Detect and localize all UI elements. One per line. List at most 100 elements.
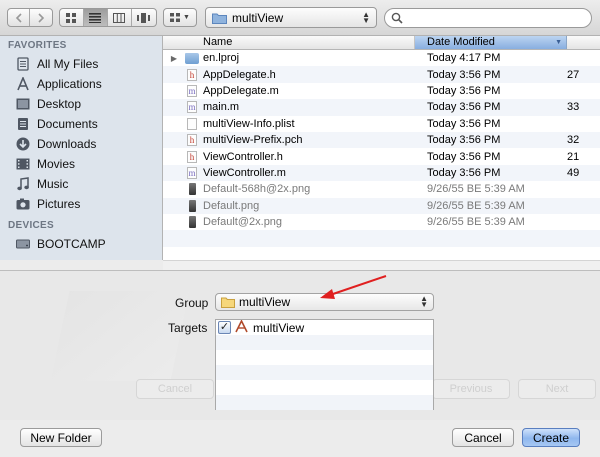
file-name: AppDelegate.m (203, 84, 279, 97)
search-field[interactable] (384, 8, 592, 28)
file-row[interactable]: m ViewController.m Today 3:56 PM 49 (163, 164, 600, 182)
documents-icon (16, 117, 30, 131)
location-popup[interactable]: multiView ▲ ▼ (205, 7, 377, 28)
folder-icon-glyph (185, 52, 199, 64)
sidebar-item-label: Music (37, 177, 69, 191)
target-row-empty (216, 380, 433, 395)
ghost-previous-button: Previous (432, 379, 510, 399)
file-row[interactable]: Default.png 9/26/55 BE 5:39 AM (163, 197, 600, 214)
file-date-modified: 9/26/55 BE 5:39 AM (427, 199, 525, 212)
sidebar-item-bootcamp[interactable]: BOOTCAMP (0, 234, 162, 254)
file-row[interactable]: h multiView-Prefix.pch Today 3:56 PM 32 (163, 131, 600, 149)
sidebar-item-label: Movies (37, 157, 76, 171)
ghost-next-button: Next (518, 379, 596, 399)
sort-descending-icon: ▼ (555, 39, 562, 46)
target-row-multiview[interactable]: ✓ multiView (216, 318, 433, 336)
coverflow-view-button[interactable] (132, 9, 156, 26)
source-file-icon-glyph: m (187, 166, 197, 179)
folder-icon (185, 52, 199, 65)
icon-view-button[interactable] (60, 9, 84, 26)
file-list: Name Date Modified ▼ ▶ en.lproj Today 4:17… (163, 36, 600, 260)
source-file-icon: m (185, 166, 199, 179)
header-file-icon: h (185, 134, 199, 147)
date-modified-label: Date Modified (427, 36, 495, 48)
header-file-icon: h (185, 150, 199, 163)
file-size: 21 (567, 150, 580, 163)
new-folder-button[interactable]: New Folder (20, 428, 102, 447)
create-button[interactable]: Create (522, 428, 580, 447)
list-view-icon (89, 12, 102, 23)
file-row[interactable]: Default@2x.png 9/26/55 BE 5:39 AM (163, 214, 600, 230)
drive-icon (16, 237, 30, 251)
file-row[interactable]: h AppDelegate.h Today 3:56 PM 27 (163, 66, 600, 83)
file-row[interactable]: m main.m Today 3:56 PM 33 (163, 99, 600, 116)
arrange-menu[interactable]: ▼ (163, 8, 197, 27)
file-date-modified: Today 3:56 PM (427, 166, 501, 179)
options-panel: Cancel Previous Next Group multiView ▲ ▼ … (0, 270, 600, 420)
image-file-icon (185, 183, 199, 196)
search-input[interactable] (407, 12, 577, 24)
sidebar-item-label: Documents (37, 117, 98, 131)
file-row[interactable]: m AppDelegate.m Today 3:56 PM (163, 83, 600, 99)
file-date-modified: Today 3:56 PM (427, 68, 501, 81)
updown-arrows-icon: ▲ ▼ (420, 294, 428, 309)
sidebar-item-label: All My Files (37, 57, 99, 71)
image-file-icon-glyph (188, 183, 196, 196)
sidebar-item-all-my-files[interactable]: All My Files (0, 54, 162, 74)
file-row[interactable]: multiView-Info.plist Today 3:56 PM (163, 116, 600, 132)
arrange-grid-icon (170, 13, 181, 22)
header-file-icon-glyph: h (187, 150, 197, 163)
arrange-button[interactable]: ▼ (164, 9, 196, 26)
file-name: Default@2x.png (203, 216, 283, 229)
size-column-header[interactable] (567, 36, 600, 49)
devices-header: DEVICES (8, 220, 55, 231)
date-modified-column-header[interactable]: Date Modified ▼ (415, 36, 567, 49)
app-target-icon (235, 318, 248, 336)
file-row[interactable]: ▶ en.lproj Today 4:17 PM (163, 50, 600, 66)
file-date-modified: Today 3:56 PM (427, 150, 501, 163)
sidebar-item-documents[interactable]: Documents (0, 114, 162, 134)
applications-icon (16, 77, 30, 91)
sidebar-item-desktop[interactable]: Desktop (0, 94, 162, 114)
file-row[interactable]: Default-568h@2x.png 9/26/55 BE 5:39 AM (163, 181, 600, 197)
folder-icon (221, 297, 235, 308)
icon-view-icon (65, 12, 76, 23)
location-popup-label: multiView (232, 10, 284, 25)
image-file-icon (185, 216, 199, 229)
disclosure-triangle-icon[interactable]: ▶ (163, 54, 185, 63)
pictures-icon (16, 197, 30, 211)
file-name: main.m (203, 101, 240, 114)
forward-button[interactable] (30, 9, 52, 26)
column-view-button[interactable] (108, 9, 132, 26)
sidebar-item-applications[interactable]: Applications (0, 74, 162, 94)
annotation-arrow (320, 275, 387, 299)
desktop-icon (16, 97, 30, 111)
sidebar-item-label: Applications (37, 77, 102, 91)
file-date-modified: Today 3:56 PM (427, 134, 501, 147)
image-file-icon-glyph (188, 199, 196, 212)
cancel-button[interactable]: Cancel (452, 428, 514, 447)
sidebar-item-pictures[interactable]: Pictures (0, 194, 162, 214)
back-button[interactable] (8, 9, 30, 26)
targets-list: ✓ multiView (215, 318, 434, 410)
file-row[interactable]: h ViewController.h Today 3:56 PM 21 (163, 148, 600, 164)
target-row-empty (216, 365, 433, 380)
file-name: Default-568h@2x.png (203, 183, 311, 196)
column-view-icon (113, 12, 126, 23)
empty-row (163, 247, 600, 260)
chevron-right-icon (38, 12, 45, 23)
list-view-button[interactable] (83, 9, 109, 26)
file-name: ViewController.m (203, 166, 286, 179)
horizontal-scrollbar[interactable] (163, 260, 600, 270)
header-file-icon-glyph: h (187, 68, 197, 81)
all-files-icon (16, 57, 30, 71)
sidebar-item-movies[interactable]: Movies (0, 154, 162, 174)
plist-file-icon-glyph (187, 117, 197, 130)
target-row-empty (216, 395, 433, 410)
sidebar-item-music[interactable]: Music (0, 174, 162, 194)
target-checkbox[interactable]: ✓ (218, 321, 231, 334)
file-name: Default.png (203, 199, 260, 212)
sidebar-item-downloads[interactable]: Downloads (0, 134, 162, 154)
name-column-header[interactable]: Name (163, 36, 415, 49)
back-forward-control (7, 8, 53, 27)
